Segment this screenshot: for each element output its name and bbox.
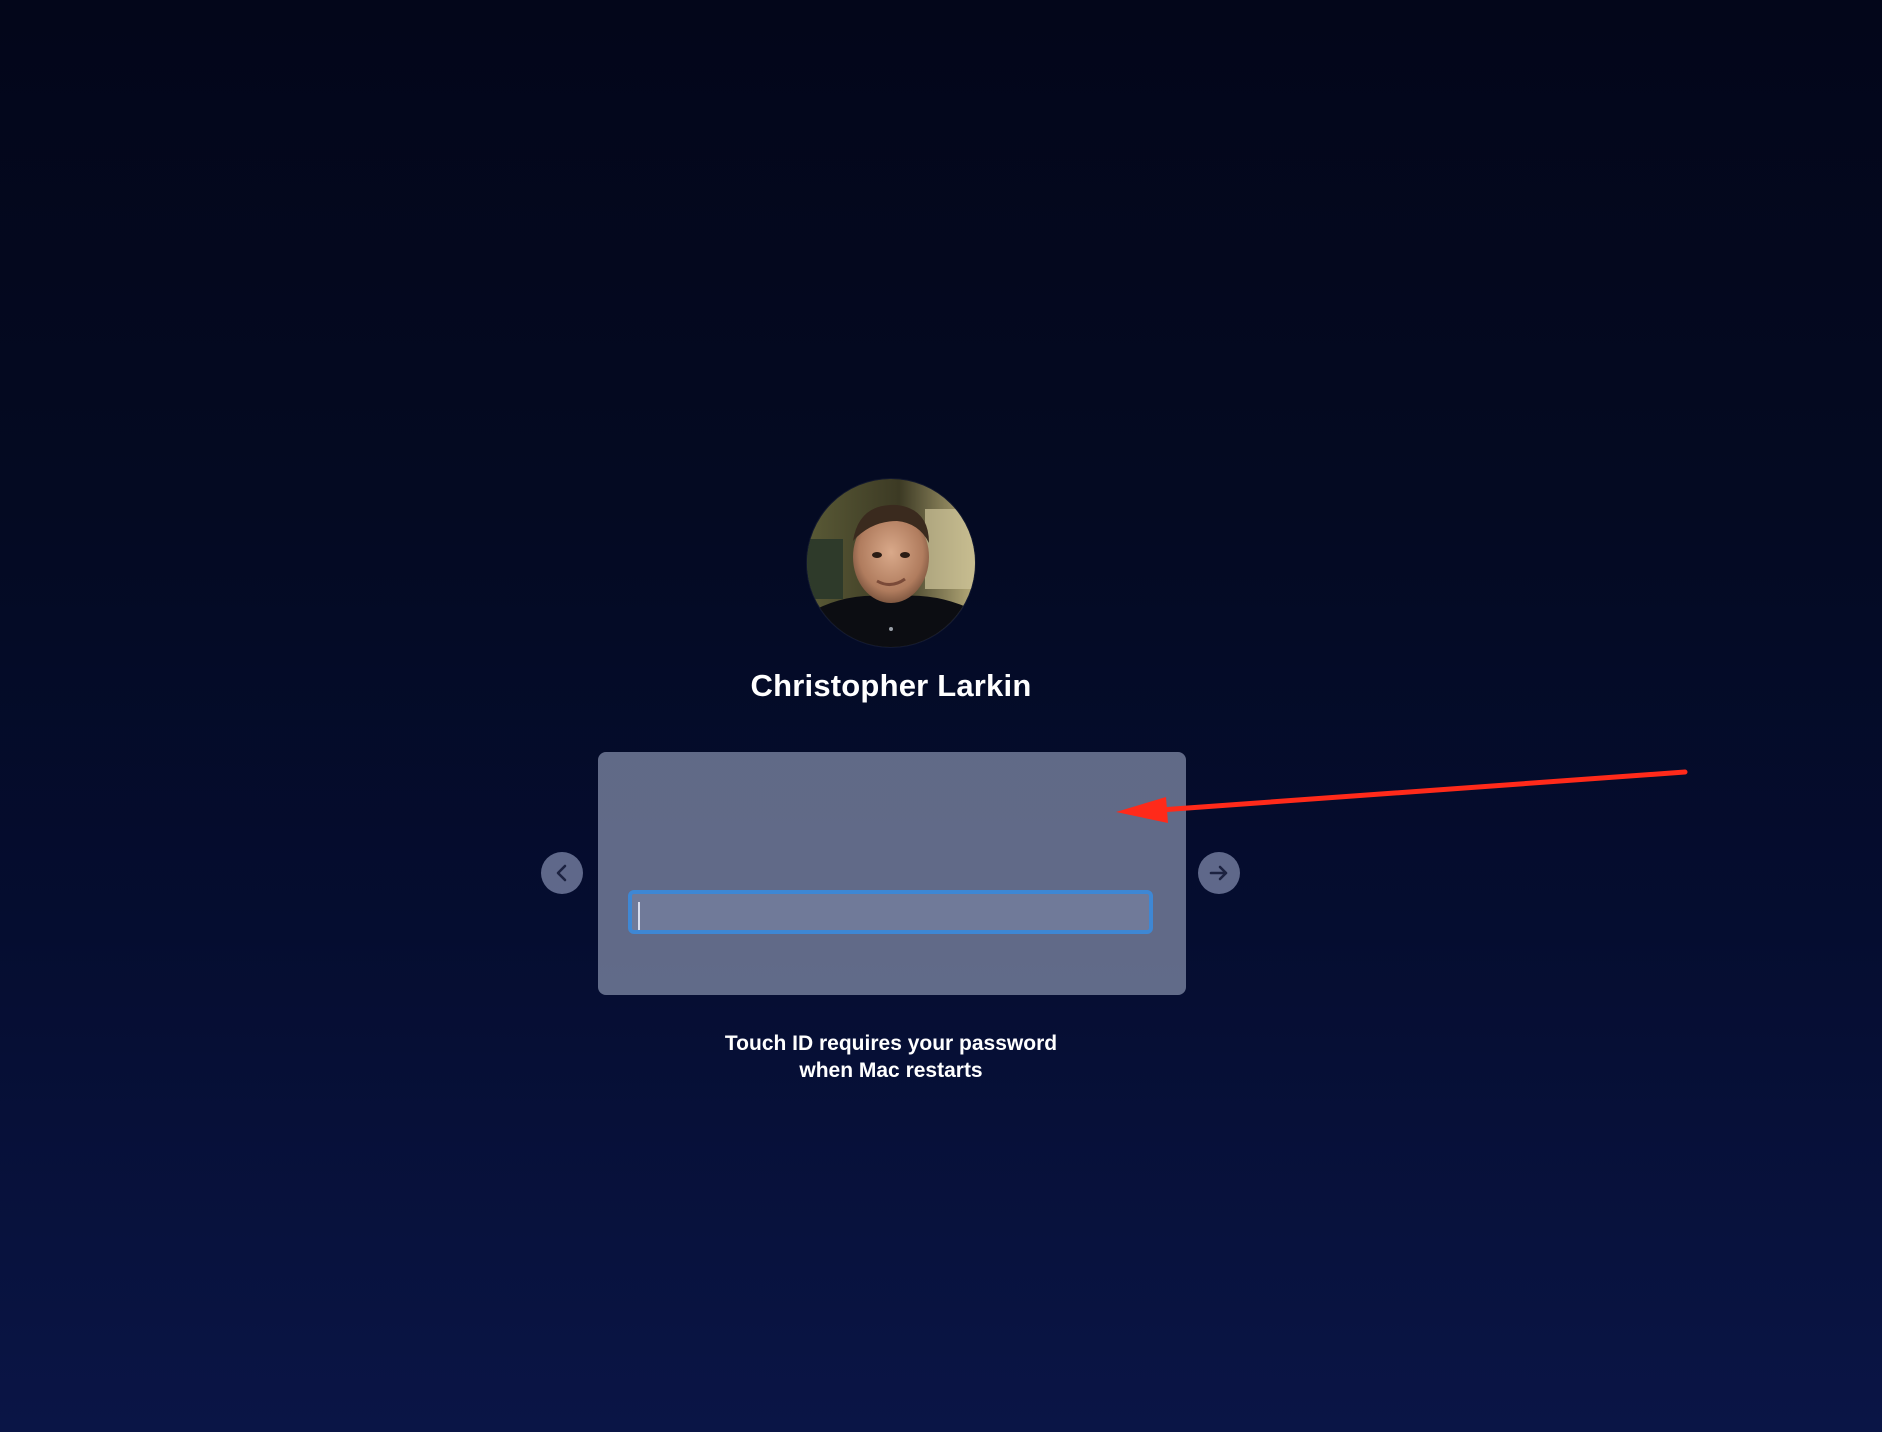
hint-line-1: Touch ID requires your password xyxy=(724,1032,1058,1055)
arrow-right-icon xyxy=(1209,865,1228,881)
text-caret xyxy=(638,902,640,930)
touch-id-hint: Touch ID requires your password when Mac… xyxy=(641,1030,1141,1084)
user-avatar xyxy=(807,479,975,647)
chevron-left-icon xyxy=(556,864,567,882)
hint-line-2: when Mac restarts xyxy=(799,1059,983,1082)
annotation-arrow xyxy=(1116,769,1688,823)
back-button[interactable] xyxy=(541,852,583,894)
password-field[interactable] xyxy=(628,890,1153,934)
user-name: Christopher Larkin xyxy=(750,668,1032,703)
login-panel xyxy=(598,752,1186,995)
avatar-photo xyxy=(807,479,975,647)
submit-button[interactable] xyxy=(1198,852,1240,894)
